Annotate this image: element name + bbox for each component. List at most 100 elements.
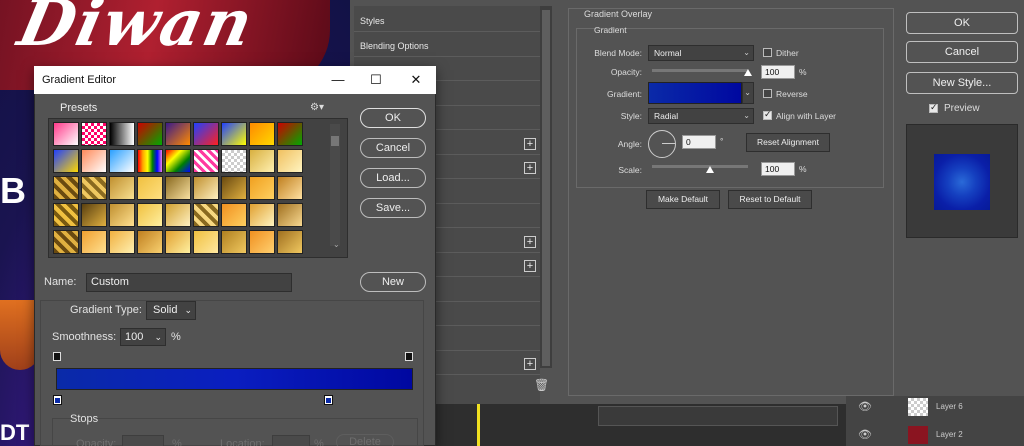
gradient-preset-swatch[interactable] (137, 149, 163, 173)
ge-ok-button[interactable]: OK (360, 108, 426, 128)
gradient-preset-swatch[interactable] (81, 122, 107, 146)
eye-icon[interactable]: 👁 (858, 424, 872, 446)
cancel-button[interactable]: Cancel (906, 41, 1018, 63)
scale-input[interactable]: 100 (761, 162, 795, 176)
gradient-preset-swatch[interactable] (193, 230, 219, 254)
trash-icon[interactable]: 🗑 (534, 378, 549, 392)
opacity-stop-left[interactable] (53, 352, 61, 361)
gradient-preset-swatch[interactable] (53, 230, 79, 254)
preview-checkbox[interactable] (929, 102, 938, 113)
gradient-preset-swatch[interactable] (221, 122, 247, 146)
gradient-preset-swatch[interactable] (53, 149, 79, 173)
styles-scrollbar-thumb[interactable] (542, 10, 550, 366)
gradient-preset-swatch[interactable] (277, 149, 303, 173)
ge-save-button[interactable]: Save... (360, 198, 426, 218)
gradient-preset-swatch[interactable] (249, 230, 275, 254)
dither-checkbox[interactable] (763, 48, 772, 57)
reverse-checkbox[interactable] (763, 89, 772, 98)
opacity-input[interactable]: 100 (761, 65, 795, 79)
style-list-item[interactable]: Styles (354, 10, 540, 32)
opacity-slider[interactable] (652, 69, 748, 72)
gradient-preset-swatch[interactable] (81, 176, 107, 200)
chevron-down-icon[interactable]: ⌄ (333, 240, 340, 249)
gradient-dropdown[interactable]: ⌄ (742, 82, 754, 104)
stops-opacity-input[interactable] (122, 435, 164, 446)
maximize-icon[interactable]: ☐ (356, 66, 396, 94)
gradient-preset-swatch[interactable] (165, 203, 191, 227)
style-select[interactable]: Radial ⌄ (648, 108, 754, 124)
layer-row[interactable]: 👁 Layer 6 (850, 396, 1024, 418)
angle-dial[interactable] (648, 130, 676, 158)
gradient-preset-swatch[interactable] (193, 149, 219, 173)
opacity-slider-thumb[interactable] (744, 69, 752, 76)
eye-icon[interactable]: 👁 (858, 396, 872, 418)
gradient-preset-swatch[interactable] (221, 149, 247, 173)
minimize-icon[interactable]: — (318, 66, 358, 94)
gradient-preset-swatch[interactable] (277, 176, 303, 200)
gradient-preset-swatch[interactable] (277, 122, 303, 146)
opacity-stop-right[interactable] (405, 352, 413, 361)
gradient-preset-swatch[interactable] (53, 203, 79, 227)
gradient-preset-swatch[interactable] (277, 230, 303, 254)
gradient-preset-swatch[interactable] (137, 176, 163, 200)
gradient-preset-swatch[interactable] (137, 122, 163, 146)
style-list-item[interactable]: Blending Options (354, 35, 540, 57)
close-icon[interactable]: ✕ (396, 66, 436, 94)
gradient-preset-swatch[interactable] (165, 122, 191, 146)
gradient-preset-swatch[interactable] (193, 122, 219, 146)
gradient-swatch[interactable] (648, 82, 742, 104)
stops-delete-button[interactable]: Delete (336, 434, 394, 446)
align-with-layer-checkbox[interactable] (763, 109, 772, 120)
gradient-preset-swatch[interactable] (81, 203, 107, 227)
presets-scrollbar-thumb[interactable] (331, 136, 339, 146)
reset-to-default-button[interactable]: Reset to Default (728, 190, 812, 209)
smoothness-select[interactable]: 100 ⌄ (120, 328, 166, 346)
add-icon[interactable]: + (524, 358, 536, 370)
add-icon[interactable]: + (524, 235, 536, 248)
ok-button[interactable]: OK (906, 12, 1018, 34)
blend-mode-select[interactable]: Normal ⌄ (648, 45, 754, 61)
gradient-preset-swatch[interactable] (165, 230, 191, 254)
gradient-preset-swatch[interactable] (81, 230, 107, 254)
color-stop-right[interactable] (324, 395, 333, 405)
name-input[interactable]: Custom (86, 273, 292, 292)
gradient-preset-swatch[interactable] (165, 176, 191, 200)
gradient-preset-swatch[interactable] (221, 230, 247, 254)
stops-location-input[interactable] (272, 435, 310, 446)
gradient-preset-swatch[interactable] (277, 203, 303, 227)
color-stop-left[interactable] (53, 395, 62, 405)
gradient-preset-swatch[interactable] (109, 230, 135, 254)
reset-alignment-button[interactable]: Reset Alignment (746, 133, 830, 152)
gradient-preset-swatch[interactable] (221, 203, 247, 227)
gradient-preset-swatch[interactable] (193, 176, 219, 200)
gradient-preset-swatch[interactable] (53, 122, 79, 146)
layer-row[interactable]: 👁 Layer 2 (850, 424, 1024, 446)
gradient-preset-swatch[interactable] (249, 149, 275, 173)
gradient-preset-swatch[interactable] (165, 149, 191, 173)
angle-input[interactable]: 0 (682, 135, 716, 149)
scale-slider-thumb[interactable] (705, 166, 714, 173)
gradient-type-select[interactable]: Solid ⌄ (146, 301, 196, 320)
add-icon[interactable]: + (524, 162, 536, 174)
gradient-preset-swatch[interactable] (109, 122, 135, 146)
gradient-preset-swatch[interactable] (109, 203, 135, 227)
gradient-preset-swatch[interactable] (109, 176, 135, 200)
gradient-preset-swatch[interactable] (249, 176, 275, 200)
gradient-preview-bar[interactable] (56, 368, 413, 390)
ge-new-button[interactable]: New (360, 272, 426, 292)
scale-slider[interactable] (652, 165, 748, 168)
gear-icon[interactable]: ⚙▾ (310, 102, 324, 113)
gradient-preset-swatch[interactable] (109, 149, 135, 173)
ge-load-button[interactable]: Load... (360, 168, 426, 188)
add-icon[interactable]: + (524, 260, 536, 272)
make-default-button[interactable]: Make Default (646, 190, 720, 209)
new-style-button[interactable]: New Style... (906, 72, 1018, 94)
gradient-preset-swatch[interactable] (221, 176, 247, 200)
gradient-preset-swatch[interactable] (249, 203, 275, 227)
gradient-preset-swatch[interactable] (81, 149, 107, 173)
gradient-preset-swatch[interactable] (53, 176, 79, 200)
add-icon[interactable]: + (524, 137, 536, 150)
gradient-preset-swatch[interactable] (137, 230, 163, 254)
gradient-preset-swatch[interactable] (137, 203, 163, 227)
gradient-preset-swatch[interactable] (249, 122, 275, 146)
